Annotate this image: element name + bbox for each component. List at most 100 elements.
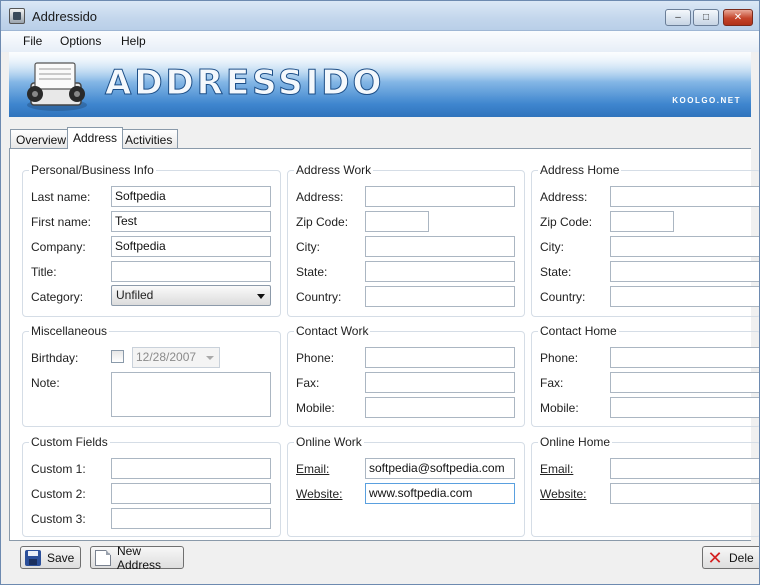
rolodex-icon (27, 62, 87, 111)
maximize-icon: □ (702, 11, 710, 23)
last-name-input[interactable]: Softpedia (111, 186, 271, 207)
tab-overview[interactable]: Overview (10, 129, 73, 149)
company-label: Company: (31, 240, 86, 254)
home-email-link[interactable]: Email: (540, 462, 573, 476)
personal-info-group: Personal/Business Info Last name: Softpe… (22, 163, 281, 317)
home-address-input[interactable] (610, 186, 759, 207)
work-mobile-label: Mobile: (296, 401, 335, 415)
custom1-input[interactable] (111, 458, 271, 479)
home-country-label: Country: (540, 290, 586, 304)
banner-subtitle: KOOLGO.NET (672, 96, 741, 105)
menu-bar: File Options Help (1, 31, 759, 52)
online-work-group: Online Work Email: softpedia@softpedia.c… (287, 435, 525, 537)
work-phone-label: Phone: (296, 351, 335, 365)
home-fax-label: Fax: (540, 376, 564, 390)
work-phone-input[interactable] (365, 347, 515, 368)
group-title: Address Home (538, 163, 622, 177)
group-title: Address Work (294, 163, 374, 177)
category-label: Category: (31, 290, 84, 304)
custom-fields-group: Custom Fields Custom 1: Custom 2: Custom… (22, 435, 281, 537)
first-name-label: First name: (31, 215, 92, 229)
work-website-link[interactable]: Website: (296, 487, 342, 501)
home-city-input[interactable] (610, 236, 759, 257)
home-mobile-label: Mobile: (540, 401, 579, 415)
maximize-button[interactable]: □ (693, 9, 719, 26)
custom2-input[interactable] (111, 483, 271, 504)
online-home-group: Online Home Email: Website: (531, 435, 759, 537)
group-title: Online Work (294, 435, 364, 449)
home-state-input[interactable] (610, 261, 759, 282)
delete-icon: ✕ (707, 547, 723, 568)
work-city-input[interactable] (365, 236, 515, 257)
custom2-label: Custom 2: (31, 487, 86, 501)
new-address-button[interactable]: New Address (90, 543, 184, 572)
first-name-input[interactable]: Test (111, 211, 271, 232)
home-state-label: State: (540, 265, 572, 279)
menu-options[interactable]: Options (60, 34, 101, 48)
work-country-label: Country: (296, 290, 342, 304)
work-country-input[interactable] (365, 286, 515, 307)
close-icon: ✕ (733, 11, 743, 23)
note-textarea[interactable] (111, 372, 271, 417)
work-address-label: Address: (296, 190, 344, 204)
custom1-label: Custom 1: (31, 462, 86, 476)
address-work-group: Address Work Address: Zip Code: City: St… (287, 163, 525, 317)
title-label: Title: (31, 265, 57, 279)
work-address-input[interactable] (365, 186, 515, 207)
note-label: Note: (31, 376, 60, 390)
home-zip-input[interactable] (610, 211, 674, 232)
new-address-button-label: New Address (117, 543, 162, 572)
banner-title: ADDRESSIDO (104, 63, 385, 104)
tab-activities[interactable]: Activities (119, 129, 179, 149)
minimize-button[interactable]: – (665, 9, 691, 26)
minimize-icon: – (675, 11, 681, 23)
home-mobile-input[interactable] (610, 397, 759, 418)
custom3-input[interactable] (111, 508, 271, 529)
home-fax-input[interactable] (610, 372, 759, 393)
title-bar[interactable]: Addressido – □ ✕ (1, 1, 759, 31)
save-icon (25, 549, 41, 566)
home-address-label: Address: (540, 190, 588, 204)
birthday-date-picker[interactable]: 12/28/2007 (132, 347, 220, 368)
birthday-value: 12/28/2007 (136, 350, 197, 364)
work-email-input[interactable]: softpedia@softpedia.com (365, 458, 515, 479)
group-title: Contact Work (294, 324, 371, 338)
address-tab-panel: Personal/Business Info Last name: Softpe… (9, 148, 759, 541)
delete-button-label: Dele (729, 550, 754, 565)
work-state-input[interactable] (365, 261, 515, 282)
home-website-link[interactable]: Website: (540, 487, 586, 501)
miscellaneous-group: Miscellaneous Birthday: 12/28/2007 Note: (22, 324, 281, 427)
company-input[interactable]: Softpedia (111, 236, 271, 257)
save-button[interactable]: Save (20, 546, 81, 569)
work-state-label: State: (296, 265, 328, 279)
contact-home-group: Contact Home Phone: Fax: Mobile: (531, 324, 759, 427)
menu-file[interactable]: File (23, 34, 42, 48)
delete-button[interactable]: ✕ Dele (702, 546, 759, 569)
custom3-label: Custom 3: (31, 512, 86, 526)
home-website-input[interactable] (610, 483, 759, 504)
group-title: Miscellaneous (29, 324, 110, 338)
work-city-label: City: (296, 240, 320, 254)
work-fax-input[interactable] (365, 372, 515, 393)
category-value: Unfiled (116, 288, 154, 302)
home-email-input[interactable] (610, 458, 759, 479)
last-name-label: Last name: (31, 190, 91, 204)
birthday-checkbox[interactable] (111, 350, 124, 363)
home-country-input[interactable] (610, 286, 759, 307)
new-address-icon (95, 549, 111, 566)
work-zip-label: Zip Code: (296, 215, 349, 229)
work-mobile-input[interactable] (365, 397, 515, 418)
menu-help[interactable]: Help (121, 34, 146, 48)
work-zip-input[interactable] (365, 211, 429, 232)
work-website-input[interactable]: www.softpedia.com (365, 483, 515, 504)
address-home-group: Address Home Address: Zip Code: City: St… (531, 163, 759, 317)
work-email-link[interactable]: Email: (296, 462, 329, 476)
home-city-label: City: (540, 240, 564, 254)
title-input[interactable] (111, 261, 271, 282)
tab-address[interactable]: Address (67, 127, 124, 149)
category-select[interactable]: Unfiled (111, 285, 271, 306)
close-button[interactable]: ✕ (723, 9, 753, 26)
group-title: Contact Home (538, 324, 619, 338)
home-phone-input[interactable] (610, 347, 759, 368)
group-title: Online Home (538, 435, 613, 449)
